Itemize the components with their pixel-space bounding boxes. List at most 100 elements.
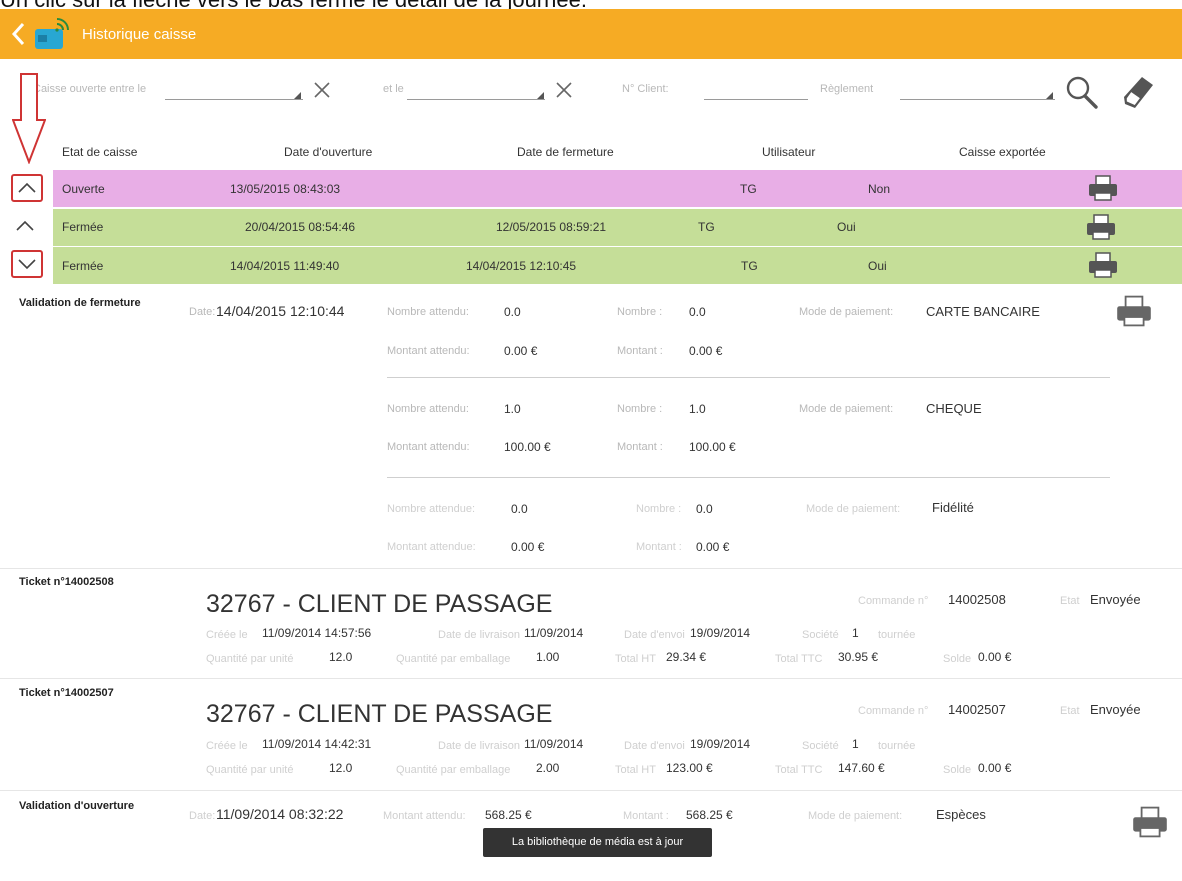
company-value: 1 [852,626,859,640]
printer-icon[interactable] [1086,213,1116,241]
cell-exportee: Oui [868,259,887,273]
chevron-up-icon [18,182,36,193]
delivery-label: Date de livraison [438,740,520,752]
order-number: 14002508 [948,592,1006,607]
count-label: Nombre : [617,306,663,318]
cell-utilisateur: TG [740,182,757,196]
qty-pack-label: Quantité par emballage [396,653,511,665]
created-value: 11/09/2014 14:42:31 [262,737,372,751]
printer-icon[interactable] [1088,174,1118,202]
payment-mode-label: Mode de paiement: [799,403,894,415]
cell-fermeture: 14/04/2015 12:10:45 [466,259,577,273]
expected-amount: 0.00 € [511,540,545,554]
cell-exportee: Oui [837,220,856,234]
ticket-title: Ticket n°14002507 [19,687,114,699]
expected-amount-label: Montant attendu: [387,441,470,453]
column-header-ouverture: Date d'ouverture [284,145,373,159]
delivery-value: 11/09/2014 [524,737,584,751]
clear-start-date-icon[interactable] [312,80,332,100]
sent-value: 19/09/2014 [690,737,751,751]
printer-icon[interactable] [1116,294,1152,328]
and-label: et le [383,83,404,95]
payment-mode-label: Mode de paiement: [808,810,903,822]
state-value: Envoyée [1090,592,1141,607]
payment-select[interactable] [900,99,1055,100]
chevron-up-icon [16,220,34,231]
search-icon[interactable] [1064,73,1100,111]
closing-date: 14/04/2015 12:10:44 [216,303,345,319]
amount: 100.00 € [689,440,736,454]
cell-etat: Ouverte [62,182,105,196]
delivery-label: Date de livraison [438,629,520,641]
order-label: Commande n° [858,595,929,607]
expected-count-label: Nombre attendue: [387,503,476,515]
total-ttc-label: Total TTC [775,653,823,665]
order-number: 14002507 [948,702,1006,717]
ticket-client: 32767 - CLIENT DE PASSAGE [206,590,553,618]
printer-icon[interactable] [1132,805,1168,839]
payment-mode: Fidélité [932,500,974,515]
closing-validation-title: Validation de fermeture [19,297,141,309]
company-value: 1 [852,737,859,751]
sent-label: Date d'envoi [624,629,685,641]
cell-ouverture: 20/04/2015 08:54:46 [245,220,356,234]
total-ht-label: Total HT [615,653,656,665]
qty-unit-label: Quantité par unité [206,653,294,665]
client-number-input[interactable] [704,99,808,100]
chevron-down-icon [18,259,36,270]
divider [0,568,1182,569]
amount-label: Montant : [617,441,663,453]
created-label: Créée le [206,629,248,641]
tour-label: tournée [878,740,916,752]
client-number-label: N° Client: [622,83,669,95]
count: 1.0 [689,402,706,416]
amount: 0.00 € [689,344,723,358]
sent-label: Date d'envoi [624,740,685,752]
table-row[interactable]: Fermée 20/04/2015 08:54:46 12/05/2015 08… [53,209,1182,246]
tour-label: tournée [878,629,916,641]
dropdown-arrow-icon [1046,92,1053,99]
count-label: Nombre : [636,503,682,515]
balance-value: 0.00 € [978,650,1012,664]
cell-ouverture: 13/05/2015 08:43:03 [230,182,341,196]
column-header-exportee: Caisse exportée [959,145,1046,159]
column-header-utilisateur: Utilisateur [762,145,816,159]
count: 0.0 [696,502,713,516]
qty-pack-value: 2.00 [536,761,560,775]
eraser-icon[interactable] [1120,73,1156,111]
cell-etat: Fermée [62,259,104,273]
company-label: Société [802,629,839,641]
order-label: Commande n° [858,705,929,717]
state-label: Etat [1060,705,1080,717]
state-value: Envoyée [1090,702,1141,717]
clear-end-date-icon[interactable] [554,80,574,100]
collapse-row-button[interactable] [11,174,43,202]
table-row[interactable]: Fermée 14/04/2015 11:49:40 14/04/2015 12… [53,247,1182,284]
back-chevron-icon[interactable] [10,21,26,47]
column-header-etat: Etat de caisse [62,145,138,159]
qty-unit-value: 12.0 [329,650,353,664]
total-ht-value: 123.00 € [666,761,713,775]
expected-count-label: Nombre attendu: [387,403,469,415]
dropdown-arrow-icon [294,92,301,99]
table-row[interactable]: Ouverte 13/05/2015 08:43:03 TG Non [53,170,1182,207]
expand-row-button[interactable] [11,214,43,242]
expected-amount-label: Montant attendu: [383,810,466,822]
cell-utilisateur: TG [741,259,758,273]
end-date-select[interactable] [407,99,545,100]
cell-ouverture: 14/04/2015 11:49:40 [230,259,340,273]
expected-count: 0.0 [504,305,521,319]
divider [0,678,1182,679]
expected-amount-label: Montant attendu: [387,345,470,357]
qty-pack-label: Quantité par emballage [396,764,511,776]
balance-value: 0.00 € [978,761,1012,775]
amount: 0.00 € [696,540,730,554]
start-date-select[interactable] [165,99,303,100]
count-label: Nombre : [617,403,663,415]
ticket-title: Ticket n°14002508 [19,576,114,588]
state-label: Etat [1060,595,1080,607]
divider [0,790,1182,791]
collapse-day-button[interactable] [11,250,43,278]
card-reader-logo-icon [35,18,69,49]
printer-icon[interactable] [1088,251,1118,279]
